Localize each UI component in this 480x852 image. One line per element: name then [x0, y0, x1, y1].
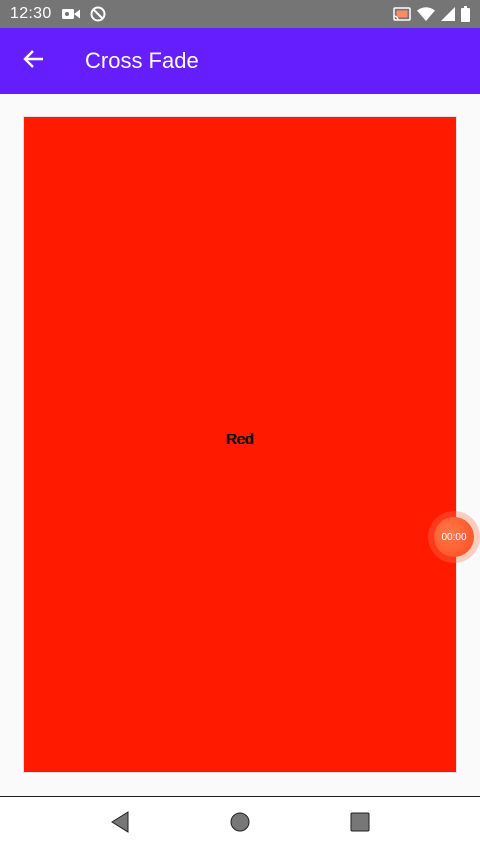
do-not-disturb-icon — [90, 6, 106, 22]
back-triangle-icon — [110, 811, 130, 838]
cross-fade-panel[interactable]: Red — [23, 116, 457, 773]
nav-home-button[interactable] — [216, 801, 264, 849]
navigation-bar — [0, 796, 480, 852]
back-button[interactable] — [6, 33, 62, 89]
status-time: 12:30 — [10, 5, 52, 22]
nav-back-button[interactable] — [96, 801, 144, 849]
cellular-signal-icon — [441, 7, 455, 21]
main-content: Red — [0, 94, 480, 796]
app-bar: Cross Fade — [0, 28, 480, 94]
timer-label: 00:00 — [434, 517, 474, 557]
home-circle-icon — [229, 811, 251, 838]
timer-floating-button[interactable]: 00:00 — [428, 511, 480, 563]
battery-icon — [461, 6, 470, 22]
page-title: Cross Fade — [85, 48, 199, 73]
recents-square-icon — [350, 812, 370, 837]
video-camera-icon — [61, 7, 80, 21]
wifi-icon — [417, 7, 435, 21]
arrow-back-icon — [23, 49, 45, 74]
status-bar: 12:30 — [0, 0, 480, 28]
nav-recents-button[interactable] — [336, 801, 384, 849]
panel-label: Red — [226, 431, 254, 448]
status-right — [393, 6, 470, 22]
cast-icon — [393, 6, 411, 22]
status-left: 12:30 — [10, 5, 106, 23]
